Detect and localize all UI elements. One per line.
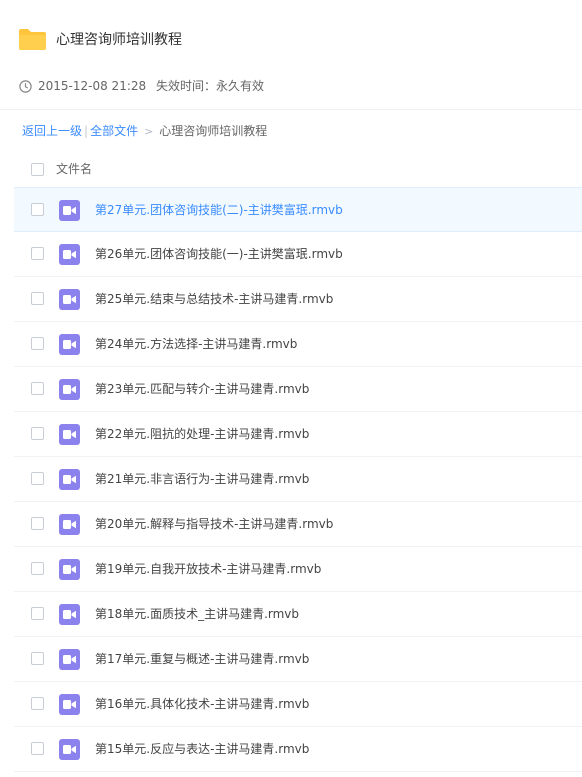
file-row[interactable]: 第27单元.团体咨询技能(二)-主讲樊富珉.rmvb bbox=[14, 187, 582, 232]
file-row[interactable]: 第19单元.自我开放技术-主讲马建青.rmvb bbox=[14, 547, 582, 592]
folder-icon bbox=[19, 29, 46, 50]
video-file-icon bbox=[59, 244, 80, 265]
folder-title: 心理咨询师培训教程 bbox=[56, 32, 182, 48]
breadcrumb-arrow: > bbox=[144, 125, 154, 138]
file-name[interactable]: 第16单元.具体化技术-主讲马建青.rmvb bbox=[95, 697, 309, 712]
file-name[interactable]: 第17单元.重复与概述-主讲马建青.rmvb bbox=[95, 652, 309, 667]
breadcrumb: 返回上一级 | 全部文件 > 心理咨询师培训教程 bbox=[22, 124, 267, 139]
breadcrumb-separator: | bbox=[84, 124, 89, 138]
file-row[interactable]: 第15单元.反应与表达-主讲马建青.rmvb bbox=[14, 727, 582, 772]
file-checkbox[interactable] bbox=[31, 472, 44, 485]
file-row[interactable]: 第23单元.匹配与转介-主讲马建青.rmvb bbox=[14, 367, 582, 412]
video-file-icon bbox=[59, 424, 80, 445]
file-name[interactable]: 第19单元.自我开放技术-主讲马建青.rmvb bbox=[95, 562, 321, 577]
video-file-icon bbox=[59, 469, 80, 490]
video-file-icon bbox=[59, 559, 80, 580]
file-checkbox[interactable] bbox=[31, 652, 44, 665]
file-name[interactable]: 第25单元.结束与总结技术-主讲马建青.rmvb bbox=[95, 292, 333, 307]
file-list-header: 文件名 bbox=[14, 152, 582, 187]
video-file-icon bbox=[59, 289, 80, 310]
video-file-icon bbox=[59, 694, 80, 715]
share-date: 2015-12-08 21:28 bbox=[38, 79, 147, 93]
file-name[interactable]: 第21单元.非言语行为-主讲马建青.rmvb bbox=[95, 472, 309, 487]
video-file-icon bbox=[59, 379, 80, 400]
file-row[interactable]: 第16单元.具体化技术-主讲马建青.rmvb bbox=[14, 682, 582, 727]
file-row[interactable]: 第26单元.团体咨询技能(一)-主讲樊富珉.rmvb bbox=[14, 232, 582, 277]
back-link[interactable]: 返回上一级 bbox=[22, 124, 82, 138]
select-all-checkbox[interactable] bbox=[31, 163, 44, 176]
video-file-icon bbox=[59, 514, 80, 535]
file-name[interactable]: 第22单元.阻抗的处理-主讲马建青.rmvb bbox=[95, 427, 309, 442]
column-filename[interactable]: 文件名 bbox=[56, 162, 92, 177]
file-checkbox[interactable] bbox=[31, 382, 44, 395]
expiry-info: 失效时间：永久有效 bbox=[156, 79, 265, 93]
file-row[interactable]: 第22单元.阻抗的处理-主讲马建青.rmvb bbox=[14, 412, 582, 457]
file-list: 第27单元.团体咨询技能(二)-主讲樊富珉.rmvb 第26单元.团体咨询技能(… bbox=[14, 187, 582, 772]
file-row[interactable]: 第24单元.方法选择-主讲马建青.rmvb bbox=[14, 322, 582, 367]
file-name[interactable]: 第26单元.团体咨询技能(一)-主讲樊富珉.rmvb bbox=[95, 247, 343, 262]
file-checkbox[interactable] bbox=[31, 742, 44, 755]
file-name[interactable]: 第27单元.团体咨询技能(二)-主讲樊富珉.rmvb bbox=[95, 203, 343, 218]
video-file-icon bbox=[59, 649, 80, 670]
file-checkbox[interactable] bbox=[31, 337, 44, 350]
file-name[interactable]: 第15单元.反应与表达-主讲马建青.rmvb bbox=[95, 742, 309, 757]
file-name[interactable]: 第24单元.方法选择-主讲马建青.rmvb bbox=[95, 337, 297, 352]
file-name[interactable]: 第18单元.面质技术_主讲马建青.rmvb bbox=[95, 607, 299, 622]
video-file-icon bbox=[59, 200, 80, 221]
file-row[interactable]: 第17单元.重复与概述-主讲马建青.rmvb bbox=[14, 637, 582, 682]
file-checkbox[interactable] bbox=[31, 562, 44, 575]
video-file-icon bbox=[59, 334, 80, 355]
video-file-icon bbox=[59, 604, 80, 625]
all-files-link[interactable]: 全部文件 bbox=[90, 124, 138, 138]
file-name[interactable]: 第20单元.解释与指导技术-主讲马建青.rmvb bbox=[95, 517, 333, 532]
share-header: 心理咨询师培训教程 2015-12-08 21:28 失效时间：永久有效 bbox=[0, 0, 582, 110]
file-checkbox[interactable] bbox=[31, 697, 44, 710]
file-row[interactable]: 第25单元.结束与总结技术-主讲马建青.rmvb bbox=[14, 277, 582, 322]
file-checkbox[interactable] bbox=[31, 517, 44, 530]
file-name[interactable]: 第23单元.匹配与转介-主讲马建青.rmvb bbox=[95, 382, 309, 397]
file-checkbox[interactable] bbox=[31, 247, 44, 260]
file-checkbox[interactable] bbox=[31, 203, 44, 216]
clock-icon bbox=[19, 80, 32, 93]
file-checkbox[interactable] bbox=[31, 607, 44, 620]
file-row[interactable]: 第20单元.解释与指导技术-主讲马建青.rmvb bbox=[14, 502, 582, 547]
file-checkbox[interactable] bbox=[31, 292, 44, 305]
breadcrumb-current: 心理咨询师培训教程 bbox=[159, 124, 268, 138]
file-checkbox[interactable] bbox=[31, 427, 44, 440]
file-row[interactable]: 第21单元.非言语行为-主讲马建青.rmvb bbox=[14, 457, 582, 502]
video-file-icon bbox=[59, 739, 80, 760]
file-row[interactable]: 第18单元.面质技术_主讲马建青.rmvb bbox=[14, 592, 582, 637]
